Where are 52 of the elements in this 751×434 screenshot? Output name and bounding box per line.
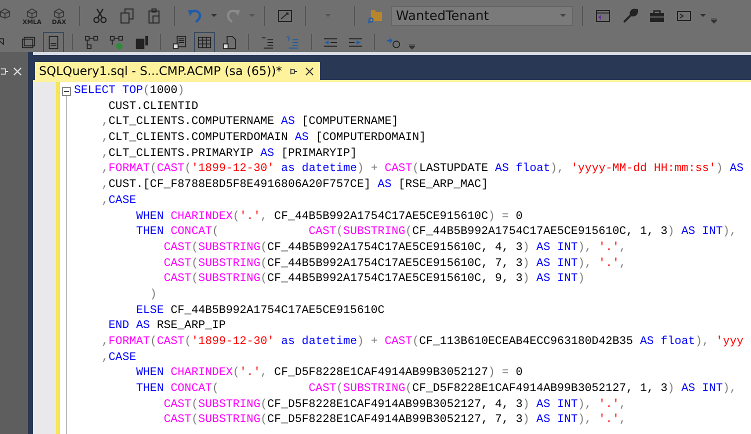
diagram-check-icon[interactable] (109, 34, 124, 50)
wrench-icon[interactable] (622, 8, 638, 24)
windows-icon[interactable] (21, 34, 36, 50)
code-line: WHEN CHARINDEX('.', CF_44B5B992A1754C17AE5CE915610C) = 0 (135, 208, 524, 224)
collapse-icon[interactable] (62, 87, 71, 96)
code-line: ,CUST.[CF_F8788E8D5F8E4916806A20F757CE] AS [RSE_ARP_MAC] (100, 177, 490, 193)
code-line: THEN CONCAT( CAST(SUBSTRING(CF_D5F8228E1CAF4914AB99B3052127, 1, 3) AS INT), (135, 381, 738, 397)
diagram-icon[interactable] (84, 34, 99, 50)
code-line: END AS RSE_ARP_IP (108, 318, 227, 334)
comment-lines-icon[interactable] (260, 34, 275, 50)
cut-icon[interactable] (92, 8, 108, 24)
code-line: ,FORMAT(CAST('1899-12-30' as datetime) + CAST(CF_113B610ECEAB4ECC963180D42B35 AS float), 'yyy (100, 334, 745, 350)
code-line: THEN CONCAT( CAST(SUBSTRING(CF_44B5B992A1754C17AE5CE915610C, 1, 3) AS INT), (135, 224, 738, 240)
copy-icon[interactable] (119, 8, 135, 24)
document-tab[interactable]: SQLQuery1.sql - S...CMP.ACMP (sa (65))* (35, 62, 320, 80)
file-results-icon[interactable] (222, 34, 237, 50)
form-icon[interactable] (46, 34, 61, 50)
folder-search-icon[interactable] (367, 8, 383, 24)
code-line: CAST(SUBSTRING(CF_44B5B992A1754C17AE5CE915610C, 9, 3) AS INT) (162, 271, 586, 287)
cube-icon[interactable] (25, 8, 39, 19)
window-icon[interactable] (595, 8, 611, 24)
overflow-icon[interactable] (711, 18, 717, 24)
code-line: ,CASE (100, 350, 138, 366)
grid-results-icon[interactable] (197, 34, 212, 50)
overflow-icon[interactable] (409, 44, 415, 50)
database-combo[interactable]: WantedTenant (391, 6, 573, 26)
code-line: ) (148, 286, 158, 303)
code-line: WHEN CHARINDEX('.', CF_D5F8228E1CAF4914AB99B3052127) = 0 (135, 365, 524, 382)
code-line: ,CLT_CLIENTS.PRIMARYIP AS [PRIMARYIP] (100, 146, 358, 162)
text-results-icon[interactable] (172, 34, 187, 50)
toolbox-icon[interactable] (649, 8, 665, 24)
code-line: CAST(SUBSTRING(CF_44B5B992A1754C17AE5CE915610C, 4, 3) AS INT), '.', (162, 240, 628, 256)
code-line: CAST(SUBSTRING(CF_D5F8228E1CAF4914AB99B3052127, 7, 3) AS INT), '.', (162, 412, 628, 428)
dropdown-arrow-icon[interactable] (211, 14, 217, 18)
code-line: ,CLT_CLIENTS.COMPUTERDOMAIN AS [COMPUTERDOMAIN] (100, 130, 427, 146)
cube-icon[interactable] (0, 8, 12, 19)
dropdown-arrow-icon[interactable] (700, 14, 706, 18)
code-line: ,CASE (100, 192, 138, 208)
close-icon[interactable] (305, 66, 314, 76)
code-line: CAST(SUBSTRING(CF_44B5B992A1754C17AE5CE915610C, 7, 3) AS INT), '.', (162, 256, 628, 272)
terminal-icon[interactable] (676, 8, 692, 24)
pin-icon[interactable] (289, 66, 298, 76)
code-line: ELSE CF_44B5B992A1754C17AE5CE915610C (135, 302, 386, 318)
code-line: CUST.CLIENTID (108, 98, 200, 114)
cube-icon[interactable] (52, 8, 66, 19)
code-line: CAST(SUBSTRING(CF_D5F8228E1CAF4914AB99B3052127, 4, 3) AS INT), '.', (162, 396, 628, 412)
paste-icon[interactable] (146, 8, 162, 24)
code-line: ,CLT_CLIENTS.COMPUTERNAME AS [COMPUTERNAME] (100, 114, 400, 130)
code-line: ,FORMAT(CAST('1899-12-30' as datetime) + CAST(LASTUPDATE AS float), 'yyyy-MM-dd HH:mm:ss') AS (100, 161, 745, 178)
chart-window-icon[interactable] (277, 8, 293, 24)
dropdown-arrow-icon[interactable] (560, 14, 566, 18)
code-line: SELECT TOP(1000) (74, 83, 186, 99)
